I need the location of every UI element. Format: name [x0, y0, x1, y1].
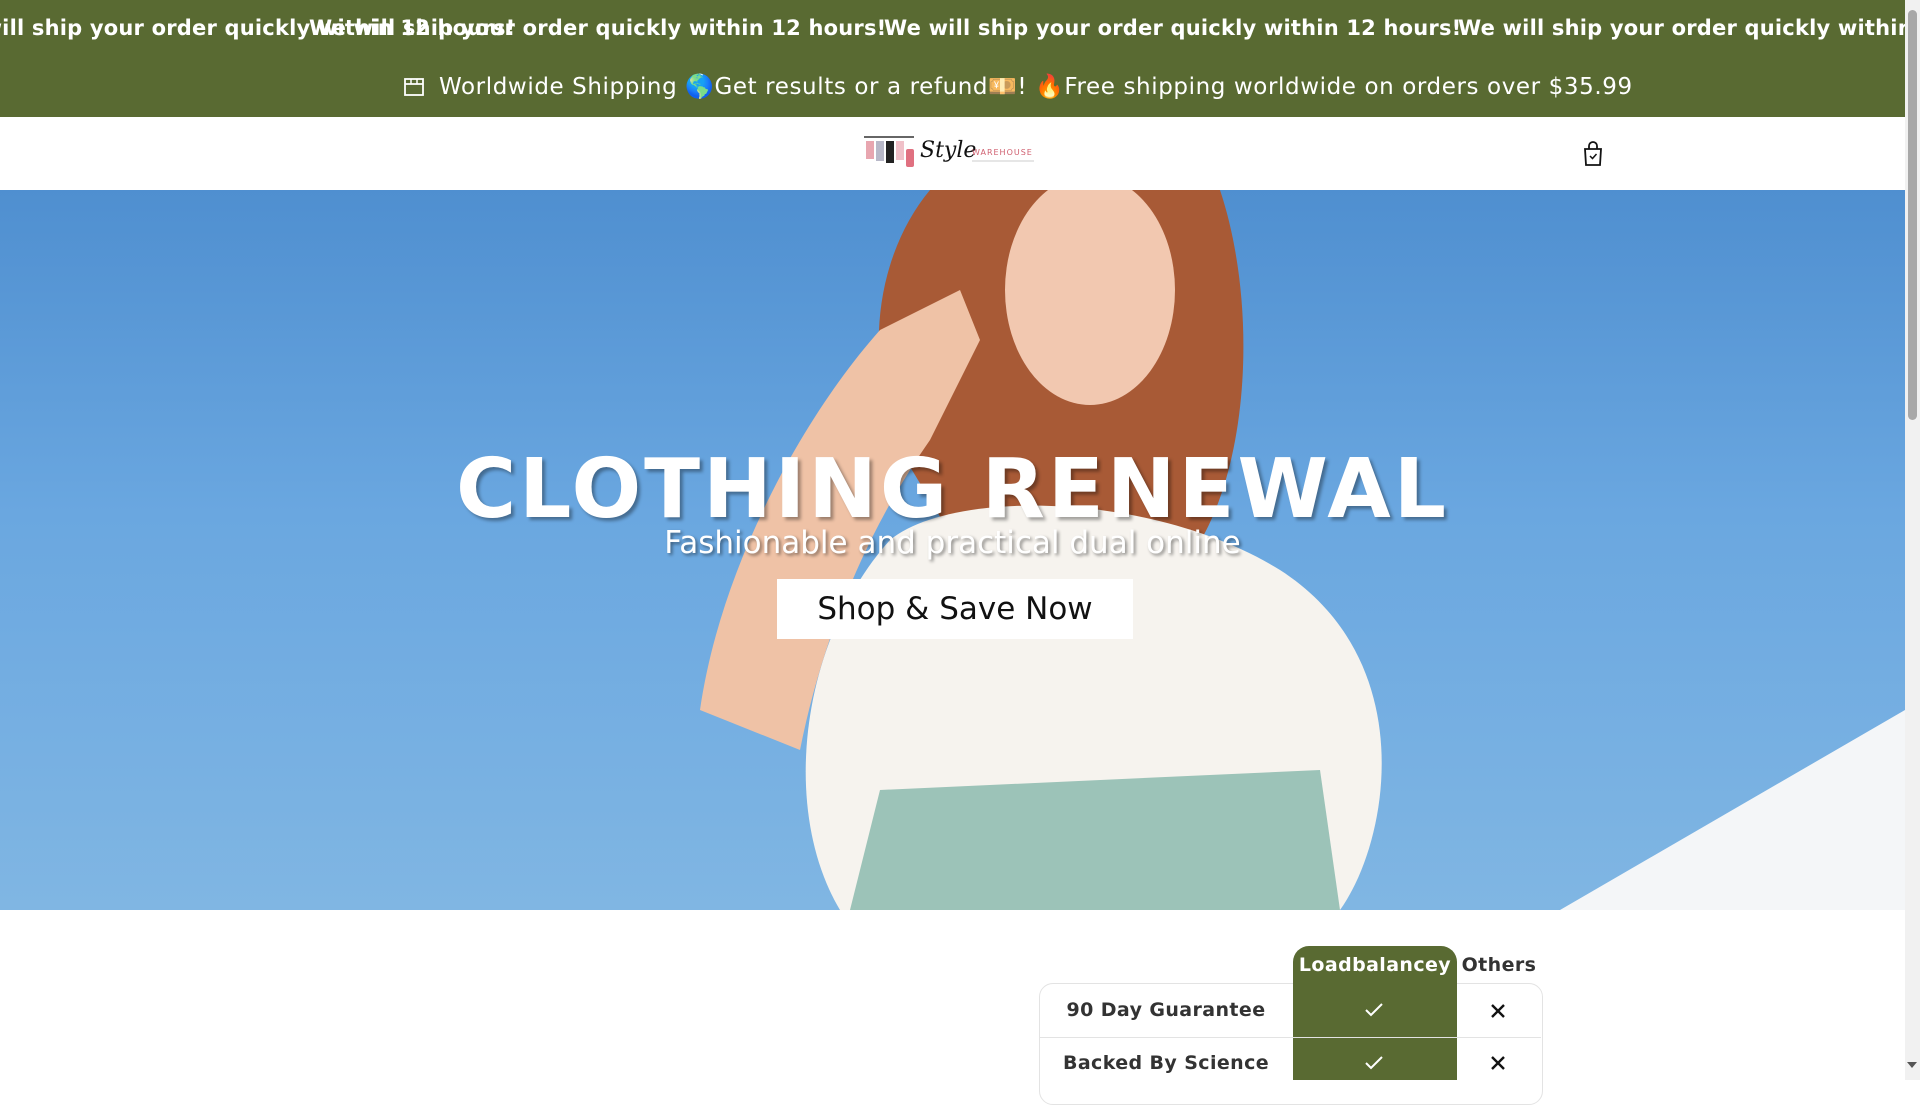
cart-icon[interactable]: [1582, 141, 1604, 167]
comparison-column-ours: Loadbalancey: [1298, 954, 1452, 976]
check-icon: [1365, 1003, 1383, 1017]
store-logo[interactable]: Style WAREHOUSE: [860, 127, 1038, 177]
store-icon: [404, 77, 424, 96]
comparison-column-others: Others: [1461, 954, 1537, 976]
close-icon: [1491, 1056, 1505, 1070]
scrollbar-thumb[interactable]: [1908, 10, 1917, 420]
logo-text: Style: [920, 138, 976, 163]
page-scrollbar[interactable]: [1905, 0, 1920, 1080]
marquee-item: We will ship your order quickly within 1…: [884, 16, 1462, 40]
shop-now-button[interactable]: Shop & Save Now: [777, 579, 1133, 639]
announcement-text: Worldwide Shipping 🌎Get results or a ref…: [439, 74, 1633, 100]
hero-banner: CLOTHING RENEWAL Fashionable and practic…: [0, 190, 1905, 910]
marquee-item: We will ship your order quickly within 1…: [1458, 16, 1905, 40]
hero-title: CLOTHING RENEWAL: [455, 442, 1450, 537]
logo-subtext: WAREHOUSE: [972, 148, 1033, 157]
marquee-bar: We will ship your order quickly within 1…: [0, 0, 1905, 56]
comparison-row-label: Backed By Science: [1062, 1052, 1270, 1074]
check-icon: [1365, 1056, 1383, 1070]
marquee-item: We will ship your order quickly within 1…: [309, 16, 887, 40]
comparison-divider: [1039, 1037, 1541, 1038]
chevron-down-icon[interactable]: [1907, 1062, 1917, 1068]
hero-subtitle: Fashionable and practical dual online: [664, 525, 1241, 561]
site-header: Style WAREHOUSE: [0, 117, 1905, 191]
close-icon: [1491, 1004, 1505, 1018]
announcement-bar: Worldwide Shipping 🌎Get results or a ref…: [0, 56, 1905, 117]
comparison-row-label: 90 Day Guarantee: [1066, 999, 1266, 1021]
